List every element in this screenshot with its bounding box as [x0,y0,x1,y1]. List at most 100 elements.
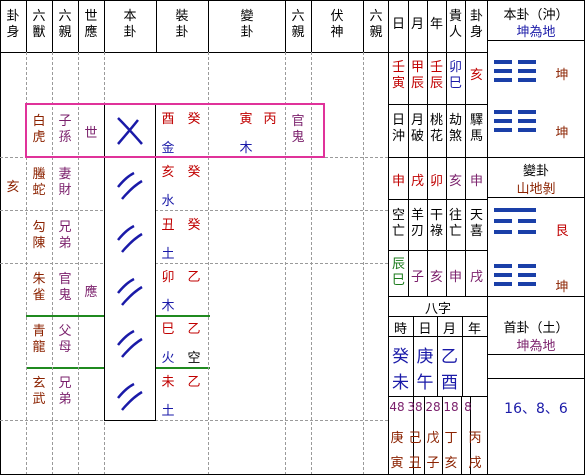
info-gan-lu: 干祿 [429,208,443,239]
bian-lower-name: 坤 [555,280,569,295]
row2-qin: 妻財 [58,167,72,198]
dayun-age-38: 38 [407,400,423,414]
row5-qin: 父母 [58,324,72,355]
row2-zhuang-stem: 癸 [187,165,201,180]
row4-zhuang-branch: 卯 [161,270,175,285]
info-gua-shen-value: 亥 [469,68,483,83]
bazi-month-stem: 乙 [441,347,458,367]
bazi-head-hour: 時 [393,322,407,337]
bian-upper-name: 艮 [555,224,569,239]
bian-panel-title: 變卦 [522,164,549,179]
row6-zhuang-element: 土 [161,404,175,419]
row2-beast: 螣蛇 [32,167,46,198]
row1-beast: 白虎 [32,114,46,145]
row6-qin: 兄弟 [58,376,72,407]
row3-beast: 勾陳 [32,220,46,251]
row1-shi: 世 [84,126,98,141]
bazi-hour-branch: 未 [392,373,409,393]
row4-ying: 應 [84,285,98,300]
header-liu-qin: 六親 [58,9,72,40]
row5-kong: 空 [187,351,201,366]
yin-line-icon [117,329,143,358]
info-day-value: 壬寅 [391,60,405,91]
row1-bian-qin: 官鬼 [291,114,305,145]
row6-zhuang-branch: 未 [161,375,175,390]
bazi-head-year: 年 [467,322,481,337]
dayun-branch-4: 亥 [444,456,458,471]
yin-line-icon [117,224,143,253]
dayun-age-28: 28 [425,400,441,414]
info-year-value: 壬辰 [429,60,443,91]
dayun-age-8: 8 [464,400,472,414]
header-gua-shen: 卦身 [6,9,20,40]
shou-gua-title: 首卦（土） [503,321,569,336]
info-yang-ren: 羊刃 [410,208,424,239]
header-shi-ying: 世應 [84,9,98,40]
info-kong-wang: 空亡 [391,208,405,239]
info-gui-ren-value: 卯巳 [448,60,462,91]
info-yue-po-value: 戌 [410,174,424,189]
info-head-month: 月 [410,17,424,32]
row5-zhuang-stem: 乙 [187,322,201,337]
row1-zhuang-element: 金 [161,141,175,156]
row6-beast: 玄武 [32,376,46,407]
yin-line-icon [117,382,143,411]
bazi-title: 八字 [424,302,451,317]
yin-line-icon [117,171,143,200]
header-liu-qin-2: 六親 [291,9,305,40]
shou-gua-numbers: 16、8、6 [504,401,568,417]
ben-lower-name: 坤 [555,126,569,141]
dayun-branch-3: 子 [426,456,440,471]
ben-panel-name: 坤為地 [516,25,556,40]
info-head-gua-shen: 卦身 [469,9,483,40]
info-tian-xi: 天喜 [469,208,483,239]
dayun-branch-5: 戌 [468,456,482,471]
shou-gua-name: 坤為地 [516,339,556,354]
dayun-branch-2: 丑 [408,456,422,471]
yin-line-icon [117,277,143,306]
header-ben-gua: 本卦 [123,9,137,40]
info-yi-ma-value: 申 [469,174,483,189]
row2-zhuang-element: 水 [161,194,175,209]
info-wang-wang-value: 申 [448,270,462,285]
row1-qin: 子孫 [58,114,72,145]
info-wang-wang: 往亡 [448,208,462,239]
row5-beast: 青龍 [32,324,46,355]
dayun-stem-5: 丙 [468,431,482,446]
info-tian-xi-value: 戌 [469,270,483,285]
row6-zhuang-stem: 乙 [187,375,201,390]
row4-beast: 朱雀 [32,272,46,303]
info-head-gui-ren: 貴人 [448,9,462,40]
row2-gua-shen: 亥 [6,180,20,195]
bazi-head-day: 日 [418,322,432,337]
info-gan-lu-value: 亥 [429,270,443,285]
info-jie-sha: 劫煞 [448,113,462,144]
row3-qin: 兄弟 [58,220,72,251]
dayun-stem-2: 己 [408,431,422,446]
info-yi-ma: 驛馬 [469,113,483,144]
bazi-head-month: 月 [442,322,456,337]
border-left [0,0,1,475]
info-ri-chong-value: 申 [391,174,405,189]
row4-qin: 官鬼 [58,272,72,303]
dayun-stem-4: 丁 [444,431,458,446]
info-tao-hua: 桃花 [429,113,443,144]
info-month-value: 甲辰 [410,60,424,91]
bazi-day-stem: 庚 [416,347,434,367]
info-yue-po: 月破 [410,113,424,144]
bazi-hour-stem: 癸 [392,347,409,367]
header-zhuang-gua: 裝卦 [175,9,189,40]
row5-zhuang-branch: 巳 [161,322,175,337]
row1-bian-stem: 丙 [263,112,277,127]
row1-zhuang-stem: 癸 [187,112,201,127]
info-head-year: 年 [429,17,443,32]
row4-zhuang-element: 木 [161,299,175,314]
old-yin-line-icon [117,117,143,145]
bazi-day-branch: 午 [416,373,434,393]
info-head-day: 日 [391,17,405,32]
row1-bian-element: 木 [239,141,253,156]
bian-panel-name: 山地剝 [516,182,556,197]
row3-zhuang-branch: 丑 [161,218,175,233]
info-yang-ren-value: 子 [410,270,424,285]
row5-zhuang-element: 火 [161,351,175,366]
